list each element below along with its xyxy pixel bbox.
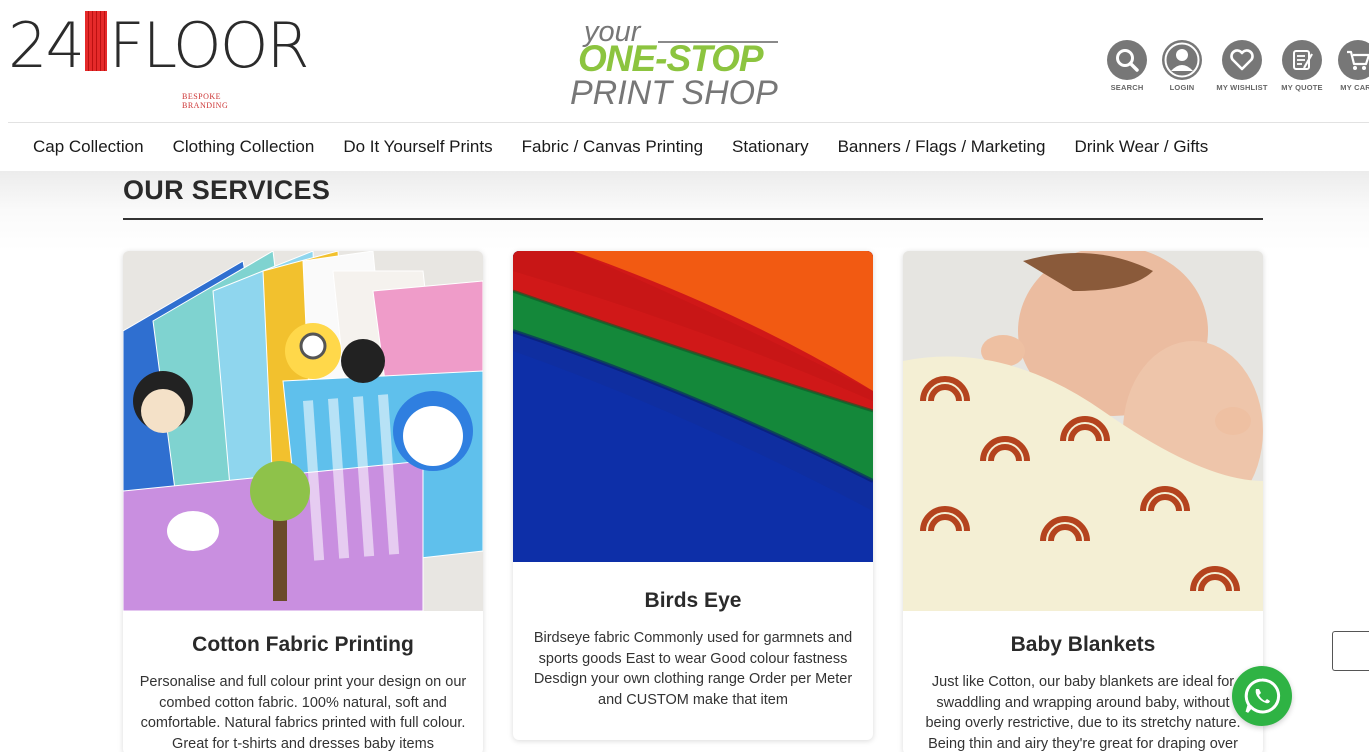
card-title-baby-blankets: Baby Blankets bbox=[1010, 633, 1156, 656]
baby-blanket-image bbox=[903, 251, 1263, 611]
service-card-baby-blankets[interactable]: Baby Blankets Just like Cotton, our baby… bbox=[903, 251, 1263, 752]
quote-label: MY QUOTE bbox=[1281, 83, 1323, 92]
nav-item-diy-prints[interactable]: Do It Yourself Prints bbox=[329, 137, 507, 157]
card-title-cotton: Cotton Fabric Printing bbox=[192, 633, 414, 656]
logo-tagline: BESPOKE BRANDING bbox=[182, 92, 229, 110]
cart-icon bbox=[1338, 40, 1369, 80]
side-tab-button[interactable] bbox=[1332, 631, 1369, 671]
card-title-birds-eye: Birds Eye bbox=[644, 589, 742, 612]
services-section: OUR SERVICES Cotton Fabric Printing Pers… bbox=[0, 171, 1369, 752]
nav-item-fabric-canvas[interactable]: Fabric / Canvas Printing bbox=[507, 137, 717, 157]
nav-item-stationary[interactable]: Stationary bbox=[718, 137, 824, 157]
section-title: OUR SERVICES bbox=[123, 175, 331, 205]
search-label: SEARCH bbox=[1110, 83, 1144, 92]
service-card-cotton[interactable]: Cotton Fabric Printing Personalise and f… bbox=[123, 251, 483, 752]
wishlist-label: MY WISHLIST bbox=[1216, 83, 1268, 92]
service-card-birds-eye[interactable]: Birds Eye Birdseye fabric Commonly used … bbox=[513, 251, 873, 740]
cart-button[interactable]: MY CART bbox=[1328, 40, 1369, 92]
site-logo[interactable]: 24 FLOOR BESPOKE BRANDING bbox=[8, 8, 310, 110]
nav-item-cap-collection[interactable]: Cap Collection bbox=[8, 137, 158, 157]
quote-icon bbox=[1282, 40, 1322, 80]
login-icon bbox=[1162, 40, 1202, 80]
search-button[interactable]: SEARCH bbox=[1097, 40, 1157, 92]
search-icon bbox=[1107, 40, 1147, 80]
slogan-banner: your ONE-STOP PRINT SHOP bbox=[568, 16, 788, 112]
slogan-print-shop: PRINT SHOP bbox=[570, 74, 778, 112]
section-divider bbox=[123, 218, 1263, 220]
logo-wordmark: 24 FLOOR bbox=[8, 9, 310, 82]
cart-label: MY CART bbox=[1340, 83, 1369, 92]
whatsapp-icon bbox=[1244, 678, 1281, 714]
card-text-cotton: Personalise and full colour print your d… bbox=[139, 674, 467, 752]
quote-button[interactable]: MY QUOTE bbox=[1272, 40, 1332, 92]
login-button[interactable]: LOGIN bbox=[1152, 40, 1212, 92]
heart-icon bbox=[1222, 40, 1262, 80]
logo-red-block bbox=[84, 11, 107, 71]
nav-item-drink-wear[interactable]: Drink Wear / Gifts bbox=[1060, 137, 1223, 157]
login-label: LOGIN bbox=[1169, 83, 1195, 92]
card-text-birds-eye: Birdseye fabric Commonly used for garmne… bbox=[533, 630, 853, 709]
wishlist-button[interactable]: MY WISHLIST bbox=[1212, 40, 1272, 92]
birds-eye-fabric-image bbox=[513, 251, 873, 562]
site-header: 24 FLOOR BESPOKE BRANDING your ONE-STOP P… bbox=[0, 0, 1369, 122]
nav-item-banners[interactable]: Banners / Flags / Marketing bbox=[823, 137, 1060, 157]
card-text-baby-blankets: Just like Cotton, our baby blankets are … bbox=[925, 674, 1241, 752]
main-nav: Cap Collection Clothing Collection Do It… bbox=[8, 122, 1369, 171]
whatsapp-button[interactable] bbox=[1232, 666, 1292, 726]
nav-item-clothing-collection[interactable]: Clothing Collection bbox=[158, 137, 329, 157]
cotton-fabric-image bbox=[123, 251, 483, 611]
